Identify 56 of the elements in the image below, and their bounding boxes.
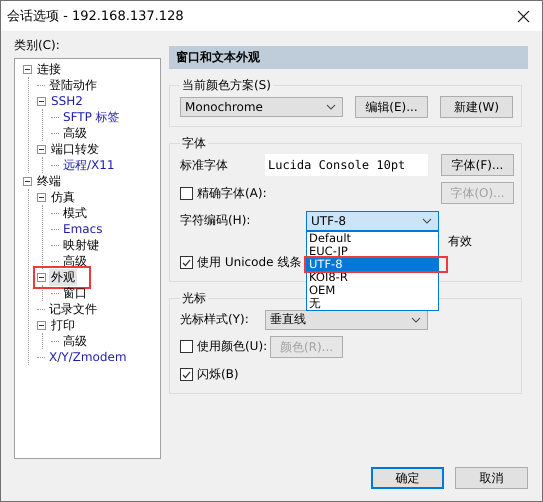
checkmark-icon: [182, 370, 191, 378]
encoding-dropdown[interactable]: UTF-8: [306, 210, 439, 230]
tree-item[interactable]: 记录文件: [47, 300, 99, 318]
group-title: 当前颜色方案(S): [181, 77, 272, 94]
checkmark-icon: [182, 258, 191, 266]
dialog-button[interactable]: 取消: [455, 467, 528, 489]
tree-item[interactable]: 高级: [61, 124, 89, 142]
font-button[interactable]: 字体(F)...: [441, 154, 514, 176]
checkbox[interactable]: 闪烁(B): [180, 366, 239, 383]
scheme-button[interactable]: 编辑(E)...: [355, 96, 428, 118]
cursor-style-dropdown[interactable]: 垂直线: [265, 310, 428, 330]
field-label: 字符编码(H):: [180, 212, 252, 229]
tree-item[interactable]: SSH2: [49, 94, 85, 108]
chevron-down-icon: [422, 218, 432, 224]
scheme-button[interactable]: 新建(W): [440, 96, 513, 118]
tree-item[interactable]: Emacs: [61, 222, 104, 236]
collapse-icon[interactable]: [37, 96, 46, 106]
checkbox[interactable]: 使用 Unicode 线条: [180, 254, 302, 271]
category-label: 类别(C):: [14, 37, 61, 54]
tree-item[interactable]: 终端: [35, 172, 63, 190]
collapse-icon[interactable]: [23, 176, 32, 186]
tree-item[interactable]: 仿真: [49, 188, 77, 206]
tree-item[interactable]: SFTP 标签: [61, 108, 122, 126]
tree-item[interactable]: 窗口: [61, 284, 89, 302]
collapse-icon[interactable]: [37, 144, 46, 154]
chevron-down-icon: [411, 316, 421, 322]
tree-item[interactable]: 端口转发: [49, 140, 101, 158]
collapse-icon[interactable]: [37, 320, 46, 330]
encoding-option[interactable]: UTF-8: [307, 258, 438, 270]
field-label: 标准字体: [180, 156, 229, 174]
collapse-icon[interactable]: [37, 272, 46, 282]
group-title: 字体: [181, 135, 207, 152]
tree-item[interactable]: 高级: [61, 252, 89, 270]
window-title: 会话选项 - 192.168.137.128: [7, 8, 184, 25]
tree-item[interactable]: 高级: [61, 332, 89, 350]
scheme-dropdown[interactable]: Monochrome: [180, 97, 343, 117]
label-fragment: 有效: [448, 233, 472, 250]
collapse-icon[interactable]: [23, 64, 32, 74]
checkbox[interactable]: 使用颜色(U):: [180, 338, 268, 355]
tree-item[interactable]: 连接: [35, 60, 63, 78]
section-header: 窗口和文本外观: [169, 46, 528, 69]
chevron-down-icon: [326, 104, 336, 110]
tree-item[interactable]: 登陆动作: [47, 76, 99, 94]
tree-item[interactable]: 映射键: [61, 236, 101, 254]
tree-item[interactable]: X/Y/Zmodem: [47, 350, 129, 364]
tree-item[interactable]: 打印: [49, 316, 77, 334]
checkbox[interactable]: 精确字体(A):: [180, 184, 267, 202]
tree-item[interactable]: 模式: [61, 204, 89, 222]
close-icon[interactable]: [517, 10, 530, 22]
tree-item[interactable]: 远程/X11: [61, 156, 117, 174]
group-title: 光标: [181, 290, 207, 307]
field-label: 光标样式(Y):: [180, 311, 250, 328]
dialog-button[interactable]: 确定: [371, 467, 444, 489]
font-preview: Lucida Console 10pt: [265, 154, 428, 176]
tree-item[interactable]: 外观: [49, 268, 77, 286]
collapse-icon[interactable]: [37, 192, 46, 202]
